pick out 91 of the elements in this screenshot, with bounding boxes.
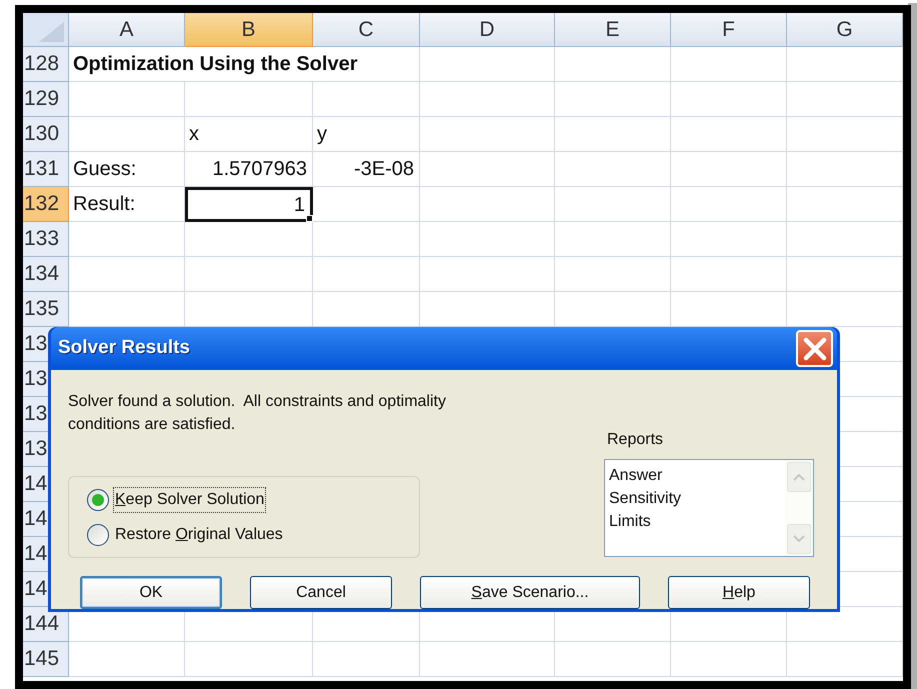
table-cell[interactable] xyxy=(555,642,671,677)
column-header[interactable]: D xyxy=(420,13,555,47)
reports-label: Reports xyxy=(607,430,664,450)
scroll-down-button[interactable] xyxy=(787,524,811,554)
radio-button[interactable] xyxy=(87,524,109,546)
table-cell[interactable] xyxy=(787,222,903,257)
table-cell[interactable] xyxy=(69,257,185,292)
table-cell[interactable] xyxy=(420,47,555,82)
table-cell[interactable] xyxy=(185,257,313,292)
row-header[interactable]: 130 xyxy=(23,117,69,152)
table-cell[interactable] xyxy=(420,642,555,677)
table-cell[interactable] xyxy=(787,152,903,187)
table-cell[interactable] xyxy=(787,117,903,152)
row-header[interactable]: 145 xyxy=(23,642,69,677)
table-cell[interactable] xyxy=(555,222,671,257)
table-cell[interactable] xyxy=(69,117,185,152)
table-cell[interactable] xyxy=(671,82,787,117)
dialog-button[interactable]: Help xyxy=(668,576,810,609)
table-cell[interactable] xyxy=(671,257,787,292)
fill-handle[interactable] xyxy=(306,215,313,222)
table-cell[interactable] xyxy=(420,117,555,152)
table-cell[interactable] xyxy=(420,187,555,222)
table-cell[interactable] xyxy=(671,117,787,152)
table-cell[interactable]: Guess: xyxy=(69,152,185,187)
table-cell[interactable]: Result: xyxy=(69,187,185,222)
table-cell[interactable] xyxy=(69,642,185,677)
list-item[interactable]: Answer xyxy=(609,464,662,487)
row-header[interactable]: 128 xyxy=(23,47,69,82)
table-cell[interactable] xyxy=(185,82,313,117)
column-header[interactable]: A xyxy=(69,13,185,47)
table-cell[interactable] xyxy=(555,82,671,117)
row-header[interactable]: 131 xyxy=(23,152,69,187)
table-cell[interactable] xyxy=(787,642,903,677)
scroll-bar[interactable] xyxy=(785,460,813,556)
table-cell[interactable]: y xyxy=(313,117,420,152)
table-cell[interactable] xyxy=(555,257,671,292)
table-cell[interactable] xyxy=(420,222,555,257)
table-cell[interactable]: Optimization Using the Solver xyxy=(69,47,420,82)
row-header[interactable]: 132 xyxy=(23,187,69,222)
table-cell[interactable] xyxy=(555,47,671,82)
row-header[interactable]: 134 xyxy=(23,257,69,292)
column-header[interactable]: E xyxy=(555,13,671,47)
row-header[interactable]: 144 xyxy=(23,607,69,642)
reports-list[interactable]: Answer Sensitivity Limits xyxy=(604,459,814,557)
column-header[interactable]: G xyxy=(787,13,903,47)
table-cell[interactable] xyxy=(69,222,185,257)
table-cell[interactable] xyxy=(671,642,787,677)
table-cell[interactable] xyxy=(185,642,313,677)
table-cell[interactable] xyxy=(555,152,671,187)
table-cell[interactable] xyxy=(69,82,185,117)
list-item[interactable]: Sensitivity xyxy=(609,487,682,510)
close-button[interactable] xyxy=(796,330,833,367)
table-cell[interactable] xyxy=(313,642,420,677)
table-cell[interactable] xyxy=(555,187,671,222)
list-item[interactable]: Limits xyxy=(609,510,651,533)
table-cell[interactable] xyxy=(313,257,420,292)
dialog-button[interactable]: Cancel xyxy=(250,576,392,609)
table-cell[interactable] xyxy=(671,222,787,257)
row-header[interactable]: 135 xyxy=(23,292,69,327)
close-icon xyxy=(802,336,826,360)
column-header[interactable]: B xyxy=(185,13,313,47)
table-cell[interactable]: 1 xyxy=(185,187,313,222)
column-header[interactable]: C xyxy=(313,13,420,47)
column-header[interactable]: F xyxy=(671,13,787,47)
table-cell[interactable] xyxy=(787,47,903,82)
table-cell[interactable] xyxy=(787,257,903,292)
table-cell[interactable]: -3E-08 xyxy=(313,152,420,187)
table-cell[interactable] xyxy=(671,47,787,82)
row-header[interactable]: 129 xyxy=(23,82,69,117)
table-cell[interactable] xyxy=(420,257,555,292)
table-cell[interactable] xyxy=(420,82,555,117)
table-cell[interactable] xyxy=(185,222,313,257)
table-cell[interactable] xyxy=(671,187,787,222)
table-cell[interactable]: 1.5707963 xyxy=(185,152,313,187)
row-header[interactable]: 133 xyxy=(23,222,69,257)
table-cell[interactable] xyxy=(313,187,420,222)
option-label[interactable]: Restore Original Values xyxy=(113,522,285,548)
table-cell[interactable] xyxy=(671,152,787,187)
dialog-button[interactable]: Save Scenario... xyxy=(420,576,640,609)
radio-button[interactable] xyxy=(87,488,109,510)
table-cell[interactable] xyxy=(420,152,555,187)
option-label[interactable]: Keep Solver Solution xyxy=(113,486,266,512)
table-cell[interactable]: x xyxy=(185,117,313,152)
table-cell[interactable] xyxy=(787,82,903,117)
scroll-up-button[interactable] xyxy=(787,462,811,492)
table-cell[interactable] xyxy=(313,222,420,257)
dialog-button[interactable]: OK xyxy=(80,576,222,609)
table-cell[interactable] xyxy=(787,187,903,222)
table-cell[interactable] xyxy=(313,82,420,117)
table-cell[interactable] xyxy=(555,117,671,152)
result-message: Solver found a solution. All constraints and optimality conditions are satisfied. xyxy=(68,392,447,435)
